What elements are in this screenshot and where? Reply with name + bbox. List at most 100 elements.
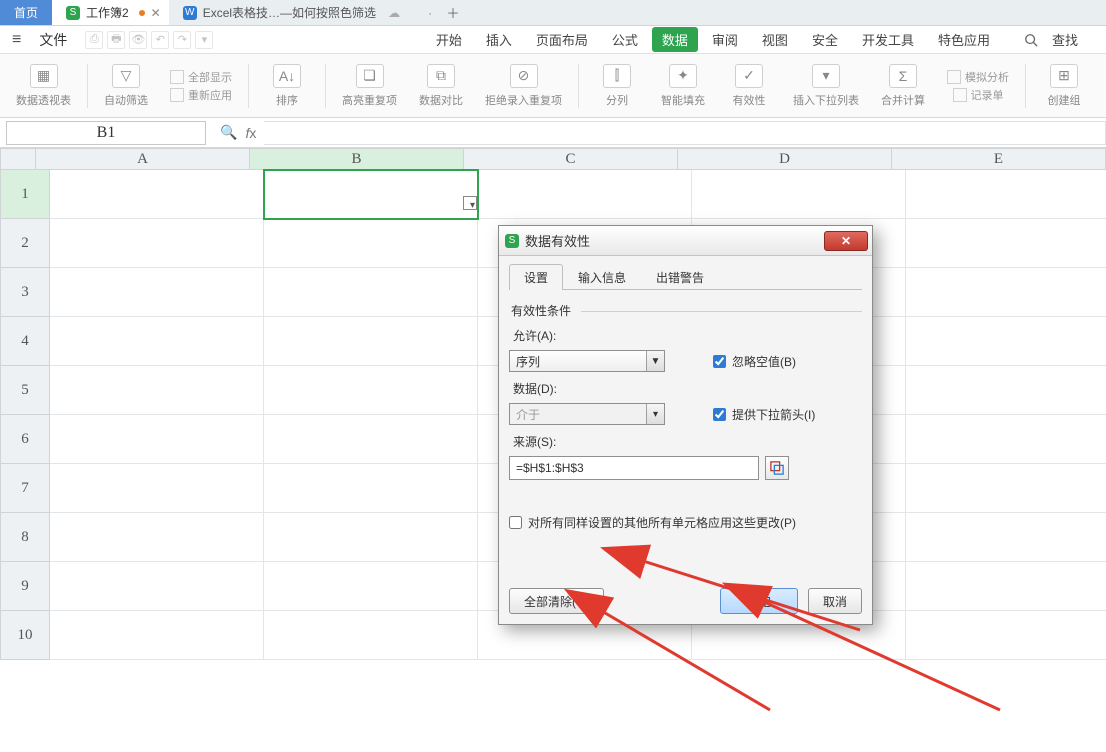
- cell[interactable]: [50, 513, 264, 562]
- col-header-d[interactable]: D: [678, 148, 892, 170]
- ribbon-tab-layout[interactable]: 页面布局: [526, 27, 598, 52]
- file-menu[interactable]: 文件: [31, 30, 75, 50]
- row-header-2[interactable]: 2: [0, 219, 50, 268]
- cell[interactable]: [264, 415, 478, 464]
- cell[interactable]: [264, 219, 478, 268]
- ribbon-smart-fill[interactable]: ✦智能填充: [655, 64, 711, 108]
- ignore-blank-checkbox[interactable]: 忽略空值(B): [713, 353, 796, 370]
- qat-save-icon[interactable]: ⎙: [85, 31, 103, 49]
- tab-home[interactable]: 首页: [0, 0, 52, 25]
- cell-d1[interactable]: [692, 170, 906, 219]
- cell-c1[interactable]: [478, 170, 692, 219]
- provide-dropdown-checkbox[interactable]: 提供下拉箭头(I): [713, 406, 815, 423]
- allow-dropdown[interactable]: 序列 ▼: [509, 350, 665, 372]
- dialog-titlebar[interactable]: S 数据有效性 ✕: [499, 226, 872, 256]
- cell[interactable]: [906, 366, 1106, 415]
- qat-preview-icon[interactable]: 👁: [129, 31, 147, 49]
- tab-other-close-icon[interactable]: ·: [428, 6, 432, 20]
- qat-undo-icon[interactable]: ↶: [151, 31, 169, 49]
- search-box[interactable]: 查找: [1014, 24, 1098, 55]
- ribbon-validation[interactable]: ✓有效性: [721, 64, 777, 108]
- cell[interactable]: [50, 366, 264, 415]
- ribbon-whatif[interactable]: 模拟分析: [947, 69, 1009, 85]
- hamburger-icon[interactable]: ≡: [8, 31, 25, 49]
- cell[interactable]: [50, 611, 264, 660]
- select-all-corner[interactable]: [0, 148, 36, 170]
- dialog-tab-error[interactable]: 出错警告: [641, 264, 719, 290]
- clear-all-button[interactable]: 全部清除(C): [509, 588, 604, 614]
- row-header-9[interactable]: 9: [0, 562, 50, 611]
- ribbon-tab-review[interactable]: 审阅: [702, 27, 748, 52]
- cell[interactable]: [264, 317, 478, 366]
- cell-e1[interactable]: [906, 170, 1106, 219]
- row-header-10[interactable]: 10: [0, 611, 50, 660]
- cancel-button[interactable]: 取消: [808, 588, 862, 614]
- new-tab-button[interactable]: ＋: [440, 0, 466, 25]
- dialog-tab-input-msg[interactable]: 输入信息: [563, 264, 641, 290]
- row-header-8[interactable]: 8: [0, 513, 50, 562]
- ok-button[interactable]: 确定: [720, 588, 798, 614]
- ribbon-tab-formula[interactable]: 公式: [602, 27, 648, 52]
- qat-redo-icon[interactable]: ↷: [173, 31, 191, 49]
- ribbon-tab-feature[interactable]: 特色应用: [928, 27, 1000, 52]
- ribbon-filter[interactable]: ▽自动筛选: [98, 64, 154, 108]
- cell[interactable]: [906, 611, 1106, 660]
- row-header-6[interactable]: 6: [0, 415, 50, 464]
- ribbon-tab-data[interactable]: 数据: [652, 27, 698, 52]
- cell[interactable]: [906, 562, 1106, 611]
- ribbon-tab-view[interactable]: 视图: [752, 27, 798, 52]
- ribbon-reject-dup[interactable]: ⊘拒绝录入重复项: [479, 64, 568, 108]
- cell[interactable]: [906, 415, 1106, 464]
- cell[interactable]: [50, 562, 264, 611]
- row-header-4[interactable]: 4: [0, 317, 50, 366]
- col-header-b[interactable]: B: [250, 148, 464, 170]
- cell[interactable]: [50, 464, 264, 513]
- cell[interactable]: [906, 317, 1106, 366]
- ribbon-reapply[interactable]: 重新应用: [170, 87, 232, 103]
- ribbon-tab-insert[interactable]: 插入: [476, 27, 522, 52]
- qat-print-icon[interactable]: 🖶: [107, 31, 125, 49]
- cell[interactable]: [50, 415, 264, 464]
- apply-all-row[interactable]: 对所有同样设置的其他所有单元格应用这些更改(P): [509, 514, 862, 531]
- tab-close-icon[interactable]: ✕: [151, 6, 161, 20]
- cell[interactable]: [906, 464, 1106, 513]
- ignore-blank-input[interactable]: [713, 355, 726, 368]
- cell[interactable]: [264, 562, 478, 611]
- ribbon-tab-dev[interactable]: 开发工具: [852, 27, 924, 52]
- ribbon-tab-security[interactable]: 安全: [802, 27, 848, 52]
- ribbon-consolidate[interactable]: Σ合并计算: [875, 64, 931, 108]
- tab-other-doc[interactable]: W Excel表格技…—如何按照色筛选 ☁ ·: [169, 0, 440, 25]
- row-header-5[interactable]: 5: [0, 366, 50, 415]
- cell-a1[interactable]: [50, 170, 264, 219]
- range-picker-button[interactable]: [765, 456, 789, 480]
- apply-all-checkbox[interactable]: [509, 516, 522, 529]
- ribbon-sort[interactable]: A↓排序: [259, 64, 315, 108]
- name-box[interactable]: B1: [6, 121, 206, 145]
- cell[interactable]: [906, 513, 1106, 562]
- ribbon-dropdown[interactable]: ▾插入下拉列表: [787, 64, 865, 108]
- cell-b1[interactable]: [264, 170, 478, 219]
- col-header-c[interactable]: C: [464, 148, 678, 170]
- cell[interactable]: [906, 219, 1106, 268]
- ribbon-compare[interactable]: ⧉数据对比: [413, 64, 469, 108]
- zoom-icon[interactable]: 🔍: [220, 124, 237, 141]
- row-header-3[interactable]: 3: [0, 268, 50, 317]
- ribbon-record[interactable]: 记录单: [953, 87, 1004, 103]
- cell[interactable]: [264, 611, 478, 660]
- qat-more-icon[interactable]: ▾: [195, 31, 213, 49]
- row-header-1[interactable]: 1: [0, 170, 50, 219]
- ribbon-split[interactable]: ⫿分列: [589, 64, 645, 108]
- source-input[interactable]: =$H$1:$H$3: [509, 456, 759, 480]
- ribbon-show-all[interactable]: 全部显示: [170, 69, 232, 85]
- ribbon-group[interactable]: ⊞创建组: [1036, 64, 1092, 108]
- col-header-a[interactable]: A: [36, 148, 250, 170]
- tab-workbook[interactable]: S 工作簿2 ✕: [52, 0, 169, 25]
- cell[interactable]: [264, 464, 478, 513]
- cell[interactable]: [264, 268, 478, 317]
- provide-dropdown-input[interactable]: [713, 408, 726, 421]
- cell[interactable]: [50, 268, 264, 317]
- formula-input[interactable]: [264, 121, 1106, 145]
- cell[interactable]: [50, 219, 264, 268]
- cell[interactable]: [264, 366, 478, 415]
- cell[interactable]: [264, 513, 478, 562]
